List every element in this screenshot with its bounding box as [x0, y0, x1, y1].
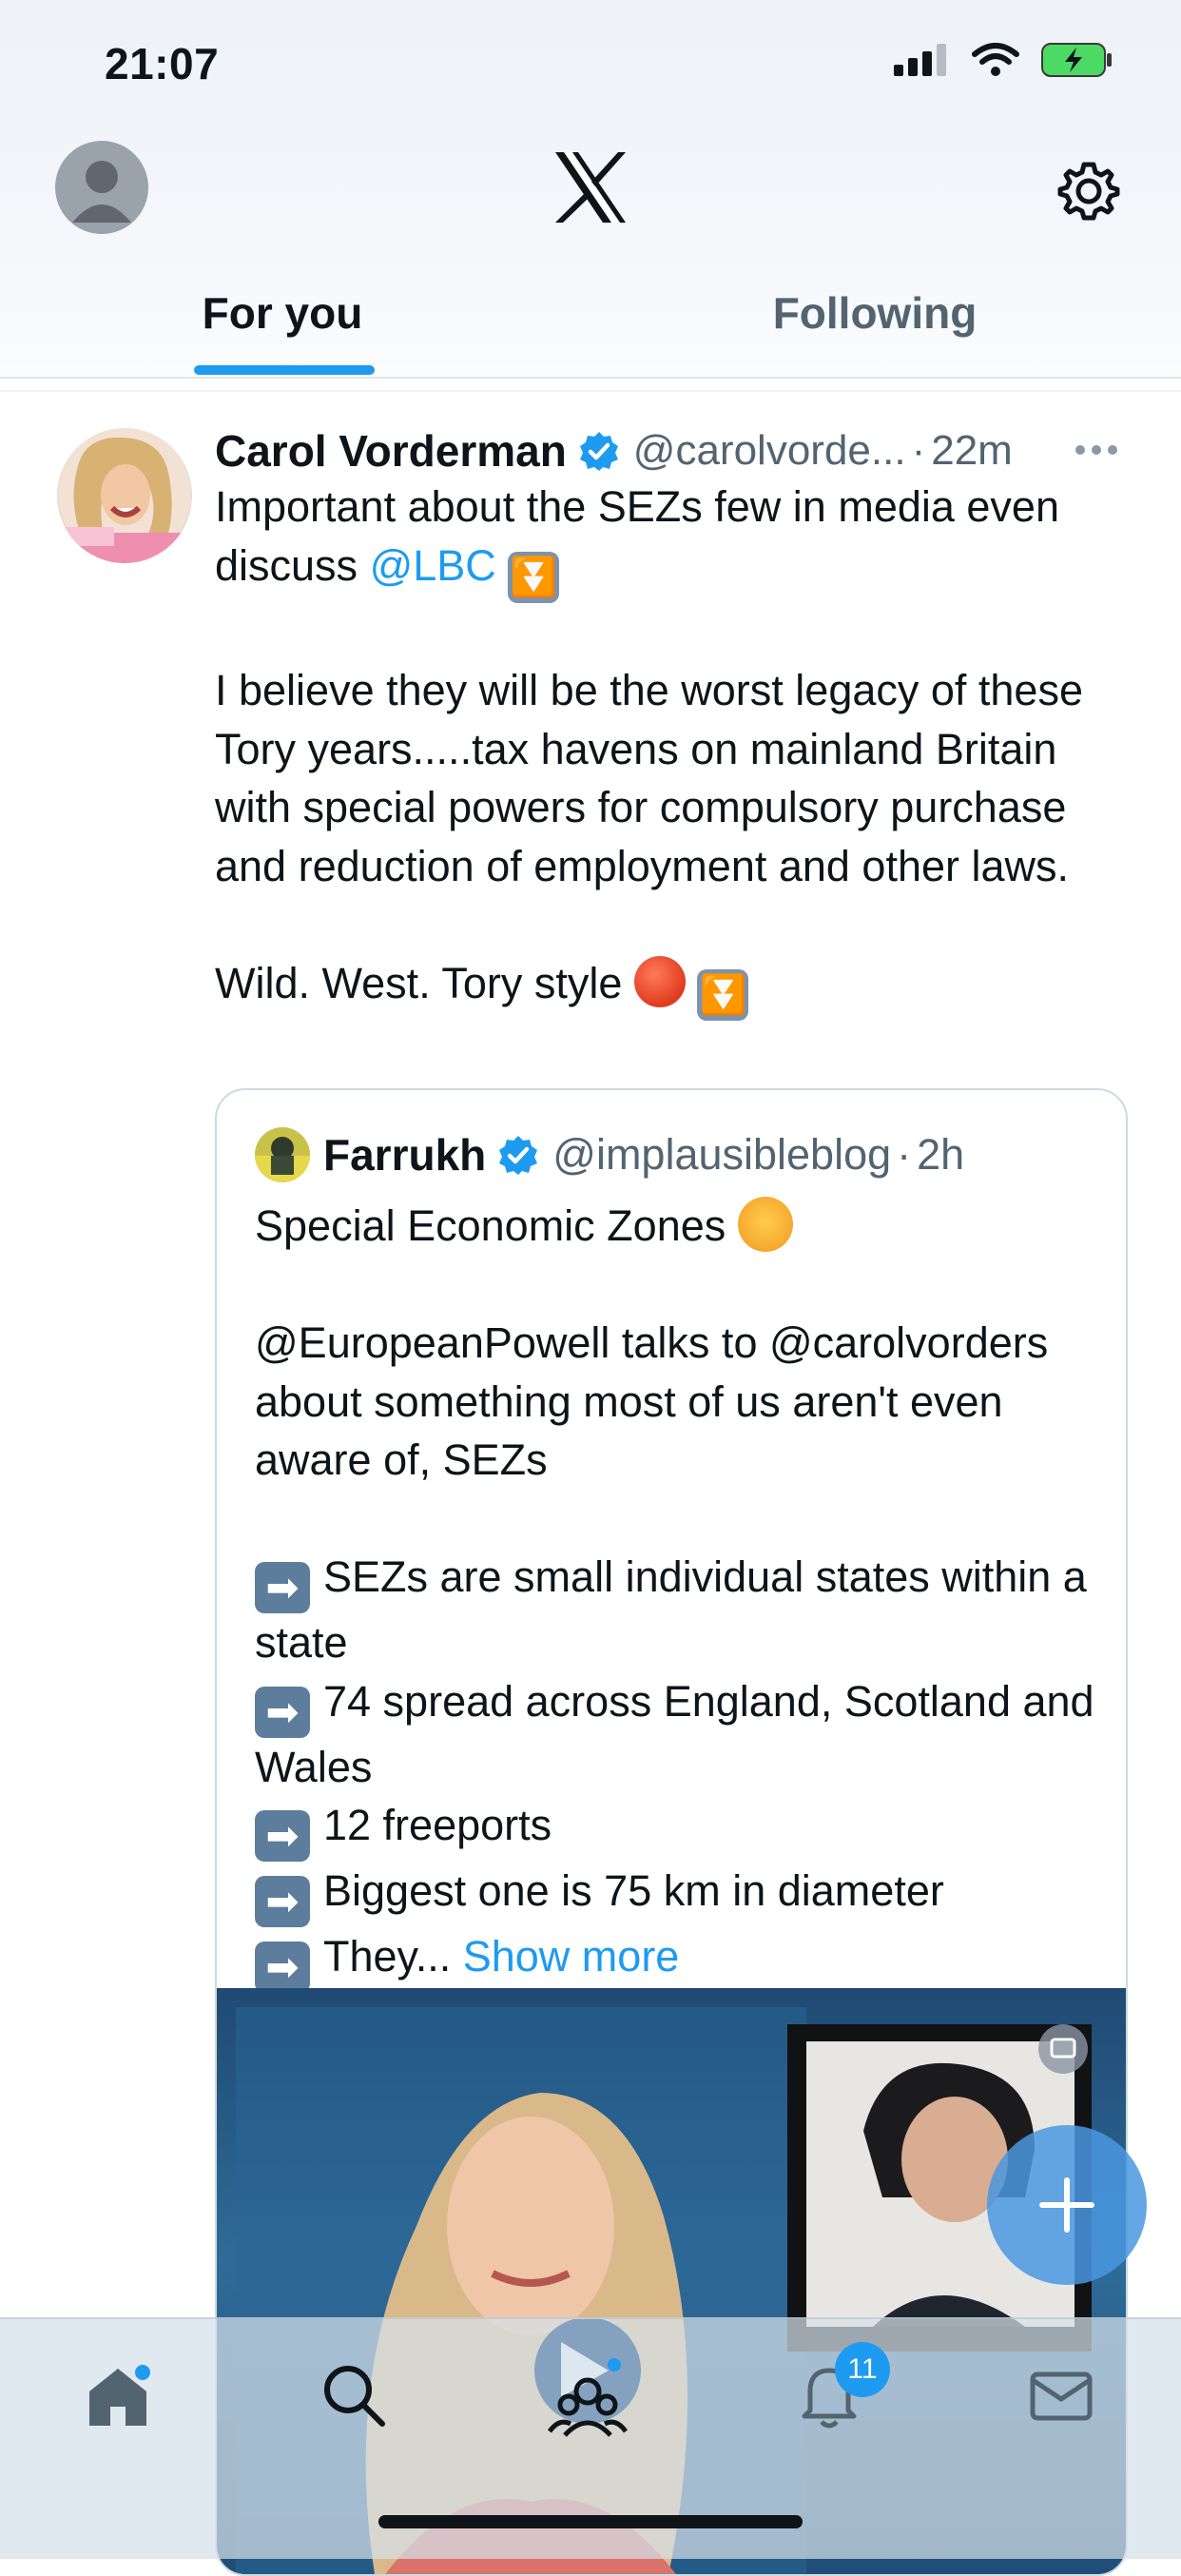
signal-icon: [894, 44, 946, 76]
tweet-timestamp[interactable]: 22m: [931, 427, 1013, 475]
mention-link[interactable]: @LBC: [370, 541, 496, 590]
home-icon: [89, 2365, 150, 2426]
header-divider-secondary: [0, 390, 1181, 392]
tweet-text: Important about the SEZs few in media ev…: [215, 478, 1128, 1021]
quoted-text-paragraph2: @EuropeanPowell talks to @carolvorders a…: [255, 1318, 1049, 1484]
double-down-arrow-icon: ⏬: [697, 968, 749, 1021]
search-icon: [324, 2366, 385, 2427]
verified-badge-icon: [499, 1136, 538, 1175]
tweet-author-name[interactable]: Carol Vorderman: [215, 425, 567, 477]
tweet-text-paragraph2: I believe they will be the worst legacy …: [215, 666, 1083, 890]
header-divider: [0, 377, 1181, 379]
right-arrow-icon: ➡: [255, 1686, 310, 1738]
x-logo-icon[interactable]: [552, 150, 629, 224]
tweet-author-avatar[interactable]: [57, 428, 192, 563]
profile-avatar-button[interactable]: [55, 141, 148, 234]
quoted-author-name[interactable]: Farrukh: [323, 1129, 486, 1181]
active-tab-indicator: [194, 365, 375, 375]
user-icon: [72, 161, 131, 223]
nav-messages[interactable]: [1023, 2357, 1099, 2433]
right-arrow-icon: ➡: [255, 1876, 310, 1927]
communities-icon: [534, 2317, 641, 2437]
timeline-tabs: For you Following: [0, 276, 1181, 379]
quoted-timestamp[interactable]: 2h: [917, 1130, 964, 1180]
bullet-item: ➡ SEZs are small individual states within…: [255, 1552, 1087, 1667]
nav-communities[interactable]: [521, 2317, 654, 2452]
bullet-item: ➡ They... Show more: [255, 1927, 1111, 1993]
home-indicator: [378, 2515, 803, 2528]
quoted-tweet-text: Special Economic Zones @EuropeanPowell t…: [255, 1197, 1111, 1993]
nav-search[interactable]: [316, 2357, 392, 2433]
tweet-text-line1: Important about the SEZs few in media ev…: [215, 482, 1059, 590]
bullet-item: ➡ Biggest one is 75 km in diameter: [255, 1862, 1111, 1927]
notification-count-badge: 11: [835, 2342, 890, 2397]
exploding-head-icon: [737, 1197, 793, 1252]
quoted-author-handle[interactable]: @implausibleblog: [552, 1130, 891, 1180]
mail-icon: [1030, 2371, 1093, 2421]
status-bar: 21:07: [0, 0, 1181, 133]
status-icons: [894, 42, 1114, 78]
right-arrow-icon: ➡: [255, 1942, 310, 1993]
tab-for-you[interactable]: For you: [152, 276, 413, 379]
tweet-author-handle[interactable]: @carolvorde...: [633, 427, 906, 475]
quoted-tweet-header: Farrukh @implausibleblog · 2h: [255, 1127, 964, 1182]
show-more-link[interactable]: Show more: [463, 1932, 680, 1981]
tweet-meta-separator: ·: [911, 427, 926, 474]
nav-home[interactable]: [80, 2357, 156, 2433]
angry-face-icon: [633, 955, 686, 1007]
wifi-icon: [972, 43, 1019, 76]
double-down-arrow-icon: ⏬: [508, 551, 560, 603]
more-options-icon[interactable]: [1075, 443, 1118, 457]
tweet-text-paragraph3: Wild. West. Tory style: [215, 958, 634, 1007]
bullet-item: ➡ 12 freeports: [255, 1796, 1111, 1862]
right-arrow-icon: ➡: [255, 1810, 310, 1862]
compose-fab-button[interactable]: [987, 2125, 1147, 2285]
plus-icon: [1039, 2177, 1094, 2233]
quoted-author-avatar[interactable]: [255, 1127, 310, 1182]
right-arrow-icon: ➡: [255, 1562, 310, 1613]
quoted-text-line1: Special Economic Zones: [255, 1201, 738, 1250]
settings-gear-icon[interactable]: [1057, 160, 1120, 223]
bullet-item: ➡ 74 spread across England, Scotland and …: [255, 1676, 1094, 1791]
tab-following[interactable]: Following: [723, 276, 1027, 379]
tweet-header: Carol Vorderman @carolvorde... · 22m: [215, 422, 1128, 479]
quoted-meta-separator: ·: [897, 1130, 912, 1179]
battery-charging-icon: [1041, 43, 1112, 77]
status-time: 21:07: [105, 39, 220, 88]
verified-badge-icon: [579, 432, 618, 471]
